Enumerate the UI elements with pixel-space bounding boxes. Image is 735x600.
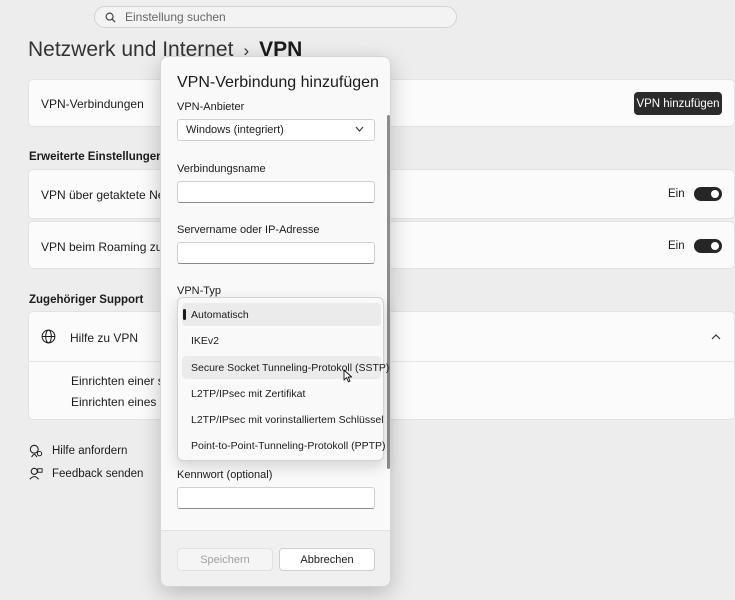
dialog-scrollbar[interactable] [387, 115, 390, 469]
roaming-state: Ein [668, 240, 685, 252]
server-label: Servername oder IP-Adresse [177, 224, 320, 236]
roaming-toggle[interactable] [694, 239, 722, 253]
password-label: Kennwort (optional) [177, 469, 273, 481]
provider-select[interactable]: Windows (integriert) [177, 119, 375, 141]
get-help-link[interactable]: Hilfe anfordern [29, 444, 127, 458]
option-label: Automatisch [191, 308, 249, 321]
feedback-link[interactable]: Feedback senden [29, 467, 143, 481]
feedback-label: Feedback senden [52, 468, 144, 480]
option-label: L2TP/IPsec mit vorinstalliertem Schlüsse… [191, 413, 384, 426]
vpn-type-option-l2tp-psk[interactable]: L2TP/IPsec mit vorinstalliertem Schlüsse… [182, 408, 384, 431]
cancel-button[interactable]: Abbrechen [279, 548, 375, 571]
globe-icon [41, 329, 56, 344]
feedback-icon [29, 467, 43, 480]
connection-name-label: Verbindungsname [177, 163, 266, 175]
connection-name-field[interactable] [177, 181, 375, 203]
chevron-down-icon [355, 126, 364, 132]
save-button[interactable]: Speichern [177, 548, 273, 571]
provider-value: Windows (integriert) [186, 124, 284, 136]
vpn-type-option-ikev2[interactable]: IKEv2 [182, 329, 381, 352]
add-vpn-button[interactable]: VPN hinzufügen [634, 92, 722, 115]
password-field[interactable] [177, 487, 375, 509]
metered-state: Ein [668, 188, 685, 200]
vpn-type-option-l2tp-cert[interactable]: L2TP/IPsec mit Zertifikat [182, 382, 381, 405]
option-label: IKEv2 [191, 334, 220, 347]
help-vpn-label: Hilfe zu VPN [70, 331, 139, 345]
vpn-type-option-pptp[interactable]: Point-to-Point-Tunneling-Protokoll (PPTP… [182, 434, 386, 457]
option-label: Secure Socket Tunneling-Protokoll (SSTP) [191, 361, 390, 374]
get-help-label: Hilfe anfordern [52, 445, 128, 457]
vpn-type-option-automatic[interactable]: Automatisch [182, 303, 381, 326]
metered-toggle[interactable] [694, 187, 722, 201]
option-label: Point-to-Point-Tunneling-Protokoll (PPTP… [191, 439, 386, 452]
search-box[interactable]: Einstellung suchen [94, 6, 457, 28]
help-person-icon [29, 444, 43, 458]
support-heading: Zugehöriger Support [29, 294, 144, 306]
server-field[interactable] [177, 242, 375, 264]
search-placeholder: Einstellung suchen [125, 10, 226, 24]
search-icon [105, 12, 116, 23]
provider-label: VPN-Anbieter [177, 101, 245, 113]
dialog-title: VPN-Verbindung hinzufügen [177, 74, 379, 91]
mouse-cursor-icon [343, 369, 353, 383]
chevron-up-icon[interactable] [711, 333, 721, 340]
option-label: L2TP/IPsec mit Zertifikat [191, 387, 306, 400]
vpn-type-label: VPN-Typ [177, 285, 222, 297]
dialog-footer: Speichern Abbrechen [161, 530, 390, 586]
selection-indicator [183, 309, 186, 320]
vpn-connections-label: VPN-Verbindungen [41, 97, 144, 111]
